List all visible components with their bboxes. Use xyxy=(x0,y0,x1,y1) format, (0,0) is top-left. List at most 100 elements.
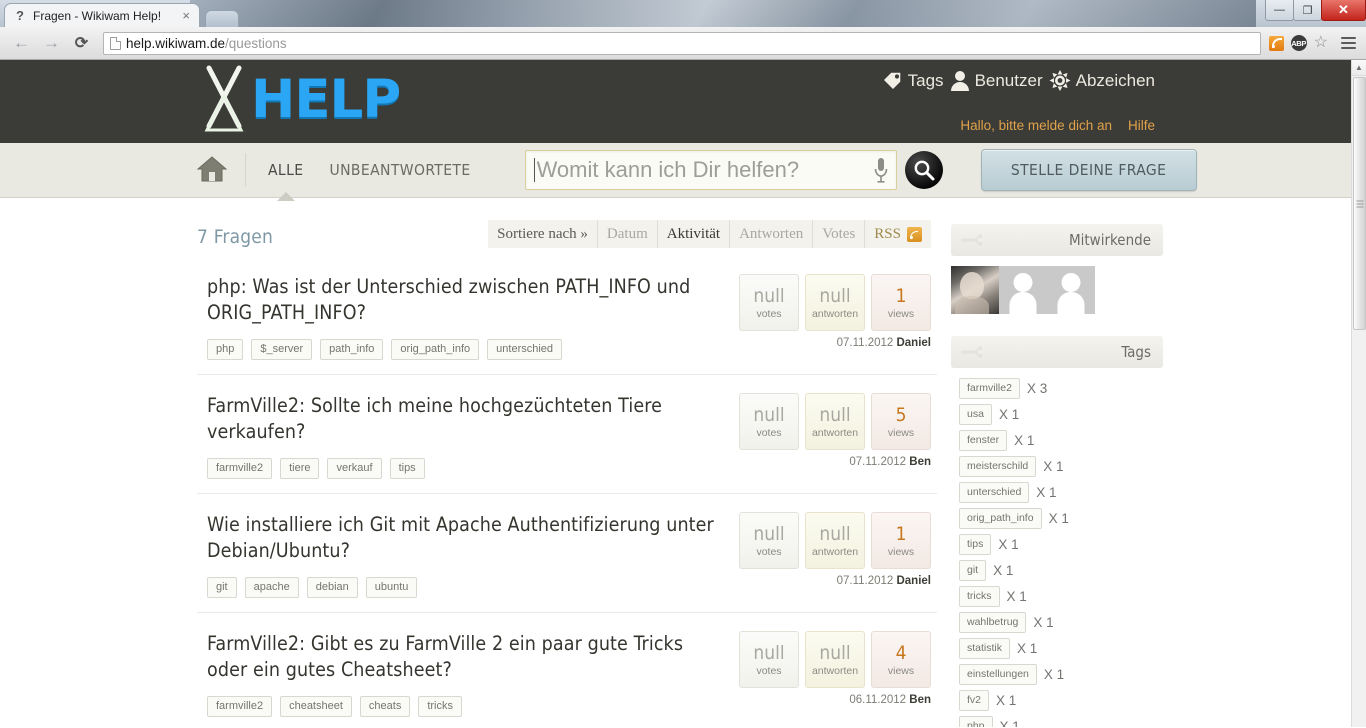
wrench-icon xyxy=(959,344,985,360)
question-tag[interactable]: path_info xyxy=(320,339,384,360)
bookmark-star-icon[interactable]: ☆ xyxy=(1314,35,1328,51)
sort-option-antworten[interactable]: Antworten xyxy=(729,220,812,248)
question-item[interactable]: FarmVille2: Gibt es zu FarmVille 2 ein p… xyxy=(197,612,937,727)
back-icon[interactable]: ← xyxy=(8,30,35,56)
question-tag[interactable]: $_server xyxy=(251,339,313,360)
sidebar-tag[interactable]: orig_path_info xyxy=(959,508,1042,529)
sidebar-tag[interactable]: git xyxy=(959,560,987,581)
window-close-button[interactable]: ✕ xyxy=(1321,0,1366,21)
nav-tags[interactable]: Tags xyxy=(881,71,944,91)
scroll-up-arrow[interactable]: ▲ xyxy=(1352,60,1366,76)
views-count: 1 xyxy=(895,284,907,307)
question-tag[interactable]: verkauf xyxy=(327,458,382,479)
sidebar-tag[interactable]: usa xyxy=(959,404,992,425)
ask-question-button[interactable]: STELLE DEINE FRAGE xyxy=(980,149,1197,191)
sidebar-tag-count: X 1 xyxy=(1043,667,1065,682)
votes-box: null votes xyxy=(739,512,799,569)
sort-option-aktivitaet[interactable]: Aktivität xyxy=(656,220,729,248)
question-tag[interactable]: cheats xyxy=(359,696,411,717)
question-title[interactable]: FarmVille2: Gibt es zu FarmVille 2 ein p… xyxy=(207,631,727,683)
browser-tab[interactable]: ? Fragen - Wikiwam Help! × xyxy=(4,3,200,27)
scrollbar-grip xyxy=(1356,198,1363,209)
question-tag[interactable]: debian xyxy=(306,577,358,598)
sidebar-tag[interactable]: fenster xyxy=(959,430,1008,451)
question-item[interactable]: Wie installiere ich Git mit Apache Authe… xyxy=(197,493,937,612)
question-meta: 06.11.2012 Ben xyxy=(731,694,931,706)
question-author[interactable]: Daniel xyxy=(896,337,931,349)
teepee-logo-icon xyxy=(197,64,249,136)
sidebar-tag[interactable]: fv2 xyxy=(959,690,990,711)
sidebar-tag[interactable]: einstellungen xyxy=(959,664,1037,685)
question-date: 06.11.2012 xyxy=(849,694,907,706)
question-author[interactable]: Daniel xyxy=(896,575,931,587)
minimize-button[interactable]: — xyxy=(1265,0,1294,21)
question-tags: farmville2 cheatsheet cheats tricks xyxy=(207,696,727,717)
sidebar-tag[interactable]: php xyxy=(959,716,993,727)
scrollbar-thumb[interactable] xyxy=(1353,77,1366,330)
avatar[interactable] xyxy=(951,266,999,314)
question-tag[interactable]: farmville2 xyxy=(207,696,273,717)
nav-abzeichen[interactable]: Abzeichen xyxy=(1049,70,1155,91)
question-tag[interactable]: git xyxy=(207,577,237,598)
sidebar-tag[interactable]: unterschied xyxy=(959,482,1030,503)
sidebar-tag[interactable]: tips xyxy=(959,534,992,555)
answers-label: antworten xyxy=(811,426,859,439)
sidebar-tag-row: unterschied X 1 xyxy=(959,482,1163,503)
views-count: 1 xyxy=(895,522,907,545)
sort-label: Sortiere nach » xyxy=(497,225,588,242)
question-list: php: Was ist der Unterschied zwischen PA… xyxy=(197,260,937,727)
question-tag[interactable]: orig_path_info xyxy=(391,339,480,360)
sidebar-tag[interactable]: statistik xyxy=(959,638,1011,659)
question-tag[interactable]: cheatsheet xyxy=(280,696,352,717)
avatar[interactable] xyxy=(1047,266,1095,314)
maximize-button[interactable]: ❐ xyxy=(1293,0,1322,21)
answers-label: antworten xyxy=(811,307,859,320)
rss-link[interactable]: RSS xyxy=(864,220,931,248)
sidebar-tag[interactable]: meisterschild xyxy=(959,456,1037,477)
home-icon[interactable] xyxy=(196,155,228,185)
forward-icon[interactable]: → xyxy=(38,30,65,56)
search-button[interactable] xyxy=(904,151,943,189)
question-title[interactable]: FarmVille2: Sollte ich meine hochgezücht… xyxy=(207,393,727,445)
question-title[interactable]: Wie installiere ich Git mit Apache Authe… xyxy=(207,512,727,564)
help-link[interactable]: Hilfe xyxy=(1128,118,1155,133)
new-tab-button[interactable] xyxy=(205,10,239,27)
address-bar[interactable]: help.wikiwam.de/questions xyxy=(103,31,1261,55)
nav-benutzer[interactable]: Benutzer xyxy=(950,70,1043,91)
views-count: 5 xyxy=(895,403,907,426)
sidebar-tag[interactable]: tricks xyxy=(959,586,1000,607)
question-tag[interactable]: apache xyxy=(244,577,299,598)
question-tag[interactable]: tips xyxy=(389,458,425,479)
login-prompt[interactable]: Hallo, bitte melde dich an xyxy=(960,118,1112,133)
question-tag[interactable]: farmville2 xyxy=(207,458,273,479)
site-logo[interactable]: HELP xyxy=(197,64,401,136)
question-item[interactable]: php: Was ist der Unterschied zwischen PA… xyxy=(197,260,937,374)
question-count: 7 Fragen xyxy=(197,226,274,248)
search-input[interactable]: Womit kann ich Dir helfen? xyxy=(524,150,897,190)
close-icon[interactable]: × xyxy=(179,8,193,23)
nav-tab-unbeantwortete[interactable]: UNBEANTWORTETE xyxy=(329,161,470,179)
question-tag[interactable]: unterschied xyxy=(487,339,563,360)
page-scrollbar[interactable]: ▲ xyxy=(1351,60,1366,727)
question-tag[interactable]: ubuntu xyxy=(365,577,418,598)
header-nav: Tags Benutzer Abzeichen xyxy=(881,70,1155,91)
avatar[interactable] xyxy=(999,266,1047,314)
question-tag[interactable]: tricks xyxy=(418,696,462,717)
adblock-icon[interactable]: ABP xyxy=(1290,35,1307,51)
sidebar-tag[interactable]: wahlbetrug xyxy=(959,612,1027,633)
views-box: 1 views xyxy=(871,512,931,569)
hamburger-menu-icon[interactable] xyxy=(1335,36,1356,50)
rss-icon[interactable] xyxy=(1268,35,1284,51)
question-author[interactable]: Ben xyxy=(909,694,931,706)
microphone-icon[interactable] xyxy=(874,157,888,183)
question-item[interactable]: FarmVille2: Sollte ich meine hochgezücht… xyxy=(197,374,937,493)
question-author[interactable]: Ben xyxy=(909,456,931,468)
sidebar-tag[interactable]: farmville2 xyxy=(959,378,1020,399)
reload-icon[interactable]: ⟳ xyxy=(68,30,95,56)
sort-option-datum[interactable]: Datum xyxy=(596,220,657,248)
nav-tab-alle[interactable]: ALLE xyxy=(268,161,303,179)
question-tag[interactable]: tiere xyxy=(280,458,320,479)
question-title[interactable]: php: Was ist der Unterschied zwischen PA… xyxy=(207,274,727,326)
sort-option-votes[interactable]: Votes xyxy=(812,220,864,248)
question-tag[interactable]: php xyxy=(207,339,244,360)
